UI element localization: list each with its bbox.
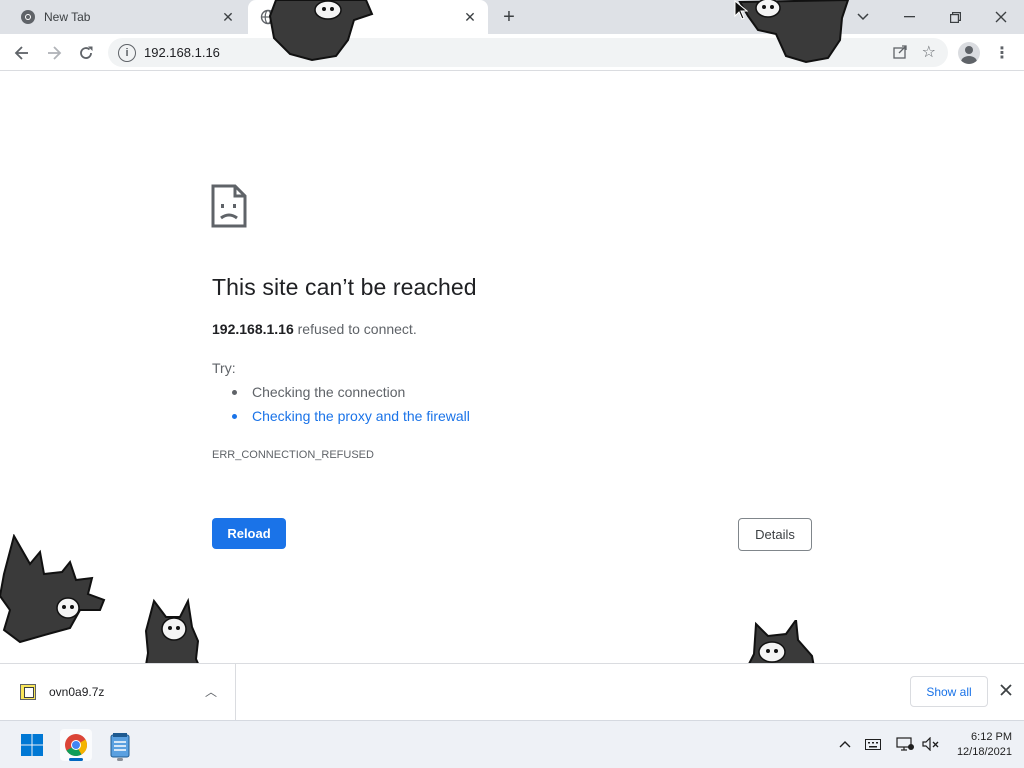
clock-date: 12/18/2021 (956, 746, 1012, 758)
volume-muted-icon[interactable] (920, 733, 942, 755)
taskbar: 6:12 PM 12/18/2021 (0, 720, 1024, 768)
tab-strip: New Tab ✕ ✕ + (0, 0, 1024, 34)
browser-toolbar: i 192.168.1.16 ☆ ⋮ (0, 34, 1024, 71)
error-description: 192.168.1.16 refused to connect. (212, 321, 417, 337)
minimize-button[interactable] (886, 0, 932, 34)
black-cat-mascot-sprite (0, 534, 106, 644)
chevron-up-icon[interactable] (834, 733, 856, 755)
suggestion-item: Checking the connection (232, 384, 405, 400)
error-message: refused to connect. (293, 321, 417, 337)
black-cat-mascot-sprite (268, 0, 374, 62)
suggestion-text: Checking the connection (252, 384, 406, 400)
suggestion-link-proxy-firewall[interactable]: Checking the proxy and the firewall (232, 408, 470, 424)
close-shelf-icon[interactable] (996, 680, 1016, 700)
back-button[interactable] (8, 39, 36, 67)
url-text[interactable]: 192.168.1.16 (144, 45, 220, 60)
bullet-icon (232, 389, 237, 395)
suggestion-text[interactable]: Checking the proxy and the firewall (252, 408, 470, 424)
tab-title: New Tab (44, 10, 91, 24)
sad-page-icon (211, 184, 247, 233)
bullet-icon (232, 413, 237, 419)
download-item[interactable]: ovn0a9.7z ︿ (0, 664, 236, 721)
details-button[interactable]: Details (738, 518, 812, 551)
show-all-button[interactable]: Show all (910, 676, 988, 707)
try-label: Try: (212, 360, 236, 376)
error-title: This site can’t be reached (212, 274, 477, 300)
forward-button[interactable] (40, 39, 68, 67)
new-tab-button[interactable]: + (498, 6, 520, 28)
download-filename[interactable]: ovn0a9.7z (49, 685, 104, 699)
black-cat-mascot-sprite (738, 0, 850, 64)
restore-button[interactable] (932, 0, 978, 34)
tab-new-tab[interactable]: New Tab ✕ (8, 0, 246, 34)
share-icon[interactable] (893, 44, 908, 62)
mouse-cursor-icon (734, 0, 748, 20)
error-code: ERR_CONNECTION_REFUSED (212, 449, 374, 461)
profile-avatar-icon[interactable] (958, 42, 980, 64)
network-icon[interactable] (894, 733, 916, 755)
close-window-button[interactable] (978, 0, 1024, 34)
system-clock[interactable]: 6:12 PM 12/18/2021 (946, 730, 1012, 760)
error-page: This site can’t be reached 192.168.1.16 … (0, 71, 1024, 720)
reload-button[interactable]: Reload (212, 518, 286, 549)
keyboard-icon[interactable] (862, 733, 884, 755)
archive-file-icon (20, 684, 36, 700)
clock-time: 6:12 PM (971, 731, 1012, 743)
notepad-taskbar-icon[interactable] (104, 729, 136, 761)
chrome-icon (20, 9, 36, 25)
error-host: 192.168.1.16 (212, 321, 294, 337)
active-app-indicator (69, 758, 83, 761)
bookmark-star-icon[interactable]: ☆ (922, 42, 936, 62)
running-app-indicator (117, 758, 123, 761)
reload-icon[interactable] (72, 39, 100, 67)
chrome-taskbar-icon[interactable] (60, 729, 92, 761)
windows-start-icon[interactable] (16, 729, 48, 761)
info-icon[interactable]: i (118, 43, 136, 62)
chevron-up-icon[interactable]: ︿ (205, 683, 217, 700)
download-shelf: ovn0a9.7z ︿ Show all (0, 663, 1024, 721)
tab-close-icon[interactable]: ✕ (460, 7, 480, 27)
menu-dots-icon[interactable]: ⋮ (992, 42, 1012, 64)
tab-close-icon[interactable]: ✕ (218, 7, 238, 27)
